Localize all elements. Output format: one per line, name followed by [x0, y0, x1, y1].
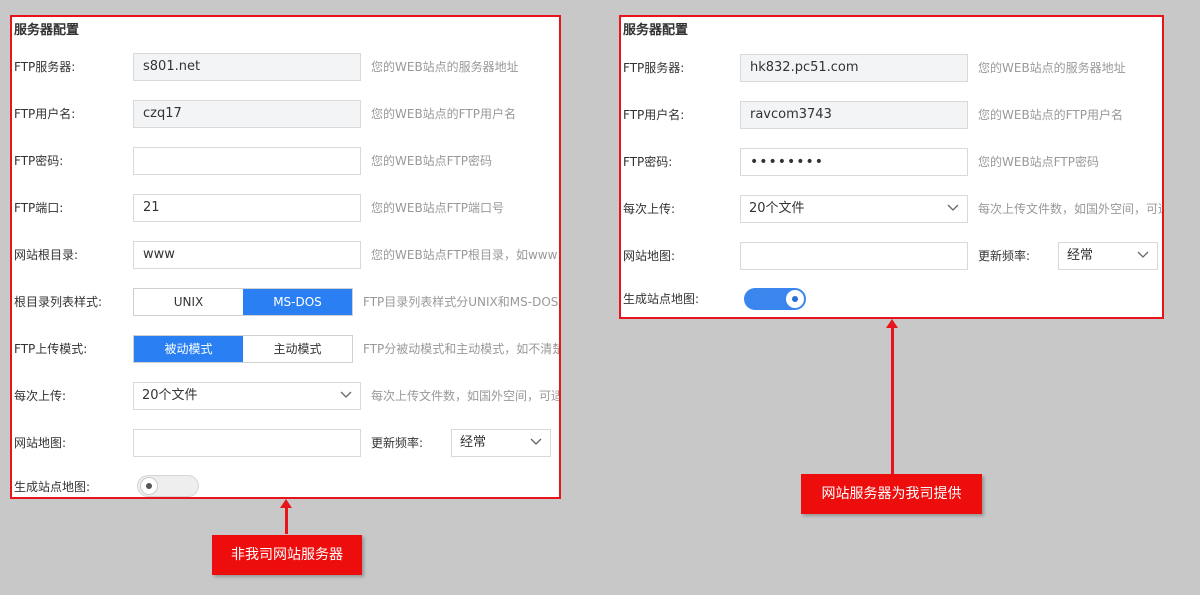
- update-freq-label: 更新频率:: [978, 249, 1031, 263]
- ftp-user-row: FTP用户名: ravcom3743 您的WEB站点的FTP用户名: [621, 101, 1162, 129]
- ftp-user-hint: 您的WEB站点的FTP用户名: [978, 108, 1123, 122]
- list-style-msdos-button[interactable]: MS-DOS: [243, 289, 352, 315]
- ftp-user-input[interactable]: czq17: [133, 100, 361, 128]
- per-upload-value: 20个文件: [749, 201, 805, 216]
- gen-sitemap-label: 生成站点地图:: [623, 292, 700, 306]
- per-upload-select[interactable]: 20个文件: [133, 382, 361, 410]
- ftp-password-row: FTP密码: 您的WEB站点FTP密码: [12, 147, 559, 175]
- sitemap-label: 网站地图:: [623, 249, 676, 263]
- left-config-panel: 服务器配置 FTP服务器: s801.net 您的WEB站点的服务器地址 FTP…: [10, 15, 561, 499]
- per-upload-label: 每次上传:: [623, 202, 676, 216]
- ftp-mode-toggle: 被动模式 主动模式: [133, 335, 353, 363]
- ftp-user-label: FTP用户名:: [14, 107, 76, 121]
- update-freq-value: 经常: [460, 435, 487, 450]
- left-arrow-line: [285, 507, 288, 534]
- ftp-port-hint: 您的WEB站点FTP端口号: [371, 201, 504, 215]
- ftp-user-hint: 您的WEB站点的FTP用户名: [371, 107, 516, 121]
- ftp-server-row: FTP服务器: hk832.pc51.com 您的WEB站点的服务器地址: [621, 54, 1162, 82]
- ftp-password-row: FTP密码: •••••••• 您的WEB站点FTP密码: [621, 148, 1162, 176]
- sitemap-input[interactable]: [740, 242, 968, 270]
- list-style-unix-button[interactable]: UNIX: [134, 289, 243, 315]
- sitemap-input[interactable]: [133, 429, 361, 457]
- per-upload-hint: 每次上传文件数，如国外空间，可适: [371, 389, 561, 403]
- list-style-toggle: UNIX MS-DOS: [133, 288, 353, 316]
- ftp-server-row: FTP服务器: s801.net 您的WEB站点的服务器地址: [12, 53, 559, 81]
- ftp-mode-row: FTP上传模式: 被动模式 主动模式 FTP分被动模式和主动模式，如不清楚: [12, 335, 559, 363]
- per-upload-row: 每次上传: 20个文件 每次上传文件数，如国外空间，可适: [12, 382, 559, 410]
- chevron-down-icon: [340, 391, 352, 398]
- site-root-hint: 您的WEB站点FTP根目录，如www: [371, 248, 558, 262]
- ftp-password-hint: 您的WEB站点FTP密码: [978, 155, 1099, 169]
- ftp-mode-label: FTP上传模式:: [14, 342, 88, 356]
- list-style-hint: FTP目录列表样式分UNIX和MS-DOS: [363, 295, 559, 309]
- chevron-down-icon: [530, 438, 542, 445]
- list-style-row: 根目录列表样式: UNIX MS-DOS FTP目录列表样式分UNIX和MS-D…: [12, 288, 559, 316]
- toggle-knob: [786, 290, 804, 308]
- update-freq-select[interactable]: 经常: [1058, 242, 1158, 270]
- ftp-server-label: FTP服务器:: [623, 61, 685, 75]
- ftp-password-label: FTP密码:: [14, 154, 64, 168]
- ftp-password-label: FTP密码:: [623, 155, 673, 169]
- sitemap-row: 网站地图: 更新频率: 经常: [621, 242, 1162, 270]
- ftp-server-hint: 您的WEB站点的服务器地址: [371, 60, 519, 74]
- ftp-server-input[interactable]: hk832.pc51.com: [740, 54, 968, 82]
- chevron-down-icon: [947, 204, 959, 211]
- ftp-password-hint: 您的WEB站点FTP密码: [371, 154, 492, 168]
- ftp-port-input[interactable]: 21: [133, 194, 361, 222]
- ftp-user-row: FTP用户名: czq17 您的WEB站点的FTP用户名: [12, 100, 559, 128]
- ftp-server-input[interactable]: s801.net: [133, 53, 361, 81]
- sitemap-row: 网站地图: 更新频率: 经常: [12, 429, 559, 457]
- sitemap-label: 网站地图:: [14, 436, 67, 450]
- ftp-user-label: FTP用户名:: [623, 108, 685, 122]
- per-upload-hint: 每次上传文件数，如国外空间，可适: [978, 202, 1164, 216]
- right-callout: 网站服务器为我司提供: [801, 474, 982, 514]
- ftp-port-row: FTP端口: 21 您的WEB站点FTP端口号: [12, 194, 559, 222]
- gen-sitemap-row: 生成站点地图:: [621, 285, 1162, 313]
- right-arrow-line: [891, 327, 894, 474]
- per-upload-label: 每次上传:: [14, 389, 67, 403]
- chevron-down-icon: [1137, 251, 1149, 258]
- update-freq-select[interactable]: 经常: [451, 429, 551, 457]
- ftp-password-input[interactable]: [133, 147, 361, 175]
- ftp-mode-hint: FTP分被动模式和主动模式，如不清楚: [363, 342, 561, 356]
- per-upload-value: 20个文件: [142, 388, 198, 403]
- ftp-port-label: FTP端口:: [14, 201, 64, 215]
- gen-sitemap-toggle[interactable]: [137, 475, 199, 497]
- passive-mode-button[interactable]: 被动模式: [134, 336, 243, 362]
- update-freq-value: 经常: [1067, 248, 1094, 263]
- active-mode-button[interactable]: 主动模式: [243, 336, 352, 362]
- right-config-panel: 服务器配置 FTP服务器: hk832.pc51.com 您的WEB站点的服务器…: [619, 15, 1164, 319]
- ftp-server-hint: 您的WEB站点的服务器地址: [978, 61, 1126, 75]
- per-upload-row: 每次上传: 20个文件 每次上传文件数，如国外空间，可适: [621, 195, 1162, 223]
- site-root-row: 网站根目录: www 您的WEB站点FTP根目录，如www: [12, 241, 559, 269]
- site-root-label: 网站根目录:: [14, 248, 79, 262]
- panel-title: 服务器配置: [14, 23, 80, 38]
- list-style-label: 根目录列表样式:: [14, 295, 103, 309]
- ftp-password-input[interactable]: ••••••••: [740, 148, 968, 176]
- left-callout: 非我司网站服务器: [212, 535, 362, 575]
- gen-sitemap-label: 生成站点地图:: [14, 480, 91, 494]
- per-upload-select[interactable]: 20个文件: [740, 195, 968, 223]
- gen-sitemap-row: 生成站点地图:: [12, 473, 559, 497]
- ftp-server-label: FTP服务器:: [14, 60, 76, 74]
- ftp-user-input[interactable]: ravcom3743: [740, 101, 968, 129]
- toggle-knob: [140, 477, 158, 495]
- site-root-input[interactable]: www: [133, 241, 361, 269]
- panel-title: 服务器配置: [623, 23, 689, 38]
- gen-sitemap-toggle[interactable]: [744, 288, 806, 310]
- update-freq-label: 更新频率:: [371, 436, 424, 450]
